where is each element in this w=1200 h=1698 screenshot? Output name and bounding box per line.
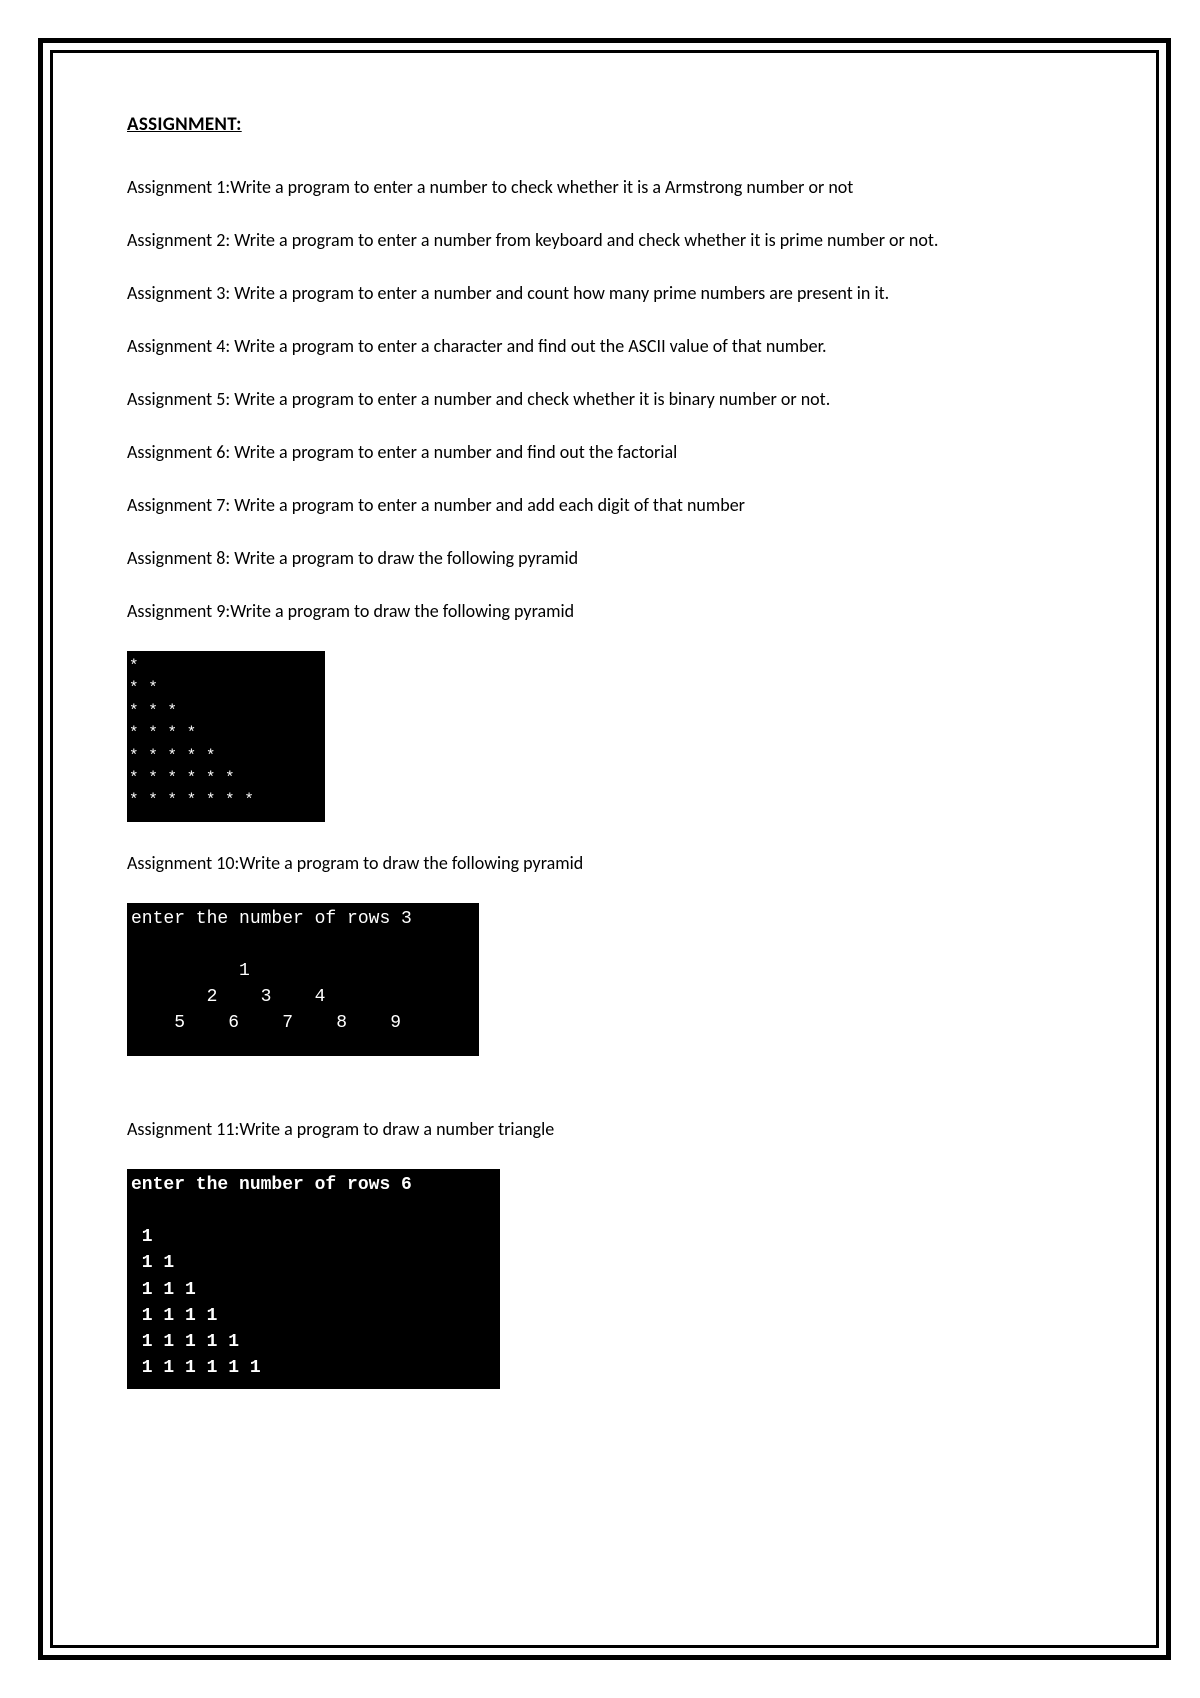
assignment-3: Assignment 3: Write a program to enter a… [127, 280, 1073, 307]
assignment-4: Assignment 4: Write a program to enter a… [127, 333, 1073, 360]
assignment-11: Assignment 11:Write a program to draw a … [127, 1116, 1073, 1143]
assignment-2: Assignment 2: Write a program to enter a… [127, 227, 1073, 254]
assignment-5: Assignment 5: Write a program to enter a… [127, 386, 1073, 413]
assignment-7: Assignment 7: Write a program to enter a… [127, 492, 1073, 519]
code-output-number-triangle: enter the number of rows 6 1 1 1 1 1 1 1… [127, 1169, 500, 1389]
assignment-8: Assignment 8: Write a program to draw th… [127, 545, 1073, 572]
code-output-star-pyramid: * * * * * * * * * * * * * * * * * * * * … [127, 651, 325, 822]
assignment-6: Assignment 6: Write a program to enter a… [127, 439, 1073, 466]
assignment-1: Assignment 1:Write a program to enter a … [127, 174, 1073, 201]
page-heading: ASSIGNMENT: [127, 113, 1073, 136]
code-output-number-pyramid: enter the number of rows 3 1 2 3 4 5 6 7… [127, 903, 479, 1056]
document-content: ASSIGNMENT: Assignment 1:Write a program… [127, 113, 1073, 1417]
assignment-10: Assignment 10:Write a program to draw th… [127, 850, 1073, 877]
assignment-9: Assignment 9:Write a program to draw the… [127, 598, 1073, 625]
